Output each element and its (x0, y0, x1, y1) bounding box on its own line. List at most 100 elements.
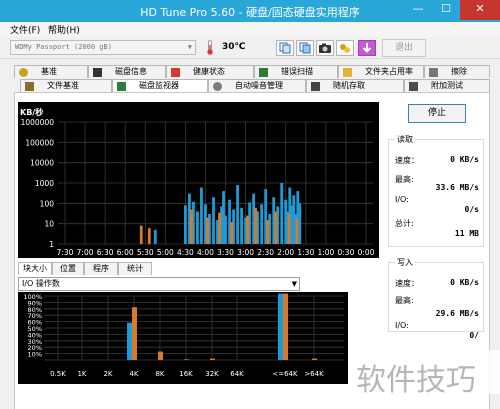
health-icon (171, 68, 180, 77)
write-stats-group: 写入 速度： 0 KB/s 最高: 29.6 MB/s I/O: 0/ (388, 257, 484, 340)
write-block-bar (283, 293, 288, 360)
subtab-program[interactable]: 程序 (84, 262, 118, 275)
write-rate-bar (266, 220, 270, 244)
tab-label: 磁盘信息 (115, 67, 147, 76)
screenshot-button[interactable] (316, 40, 334, 56)
tab-disk-info[interactable]: 磁盘信息 (88, 65, 166, 78)
disk-info-icon (93, 68, 102, 77)
x-tick-label: 5:00 (157, 248, 174, 257)
download-icon (362, 43, 372, 53)
tab-erase[interactable]: 擦除 (424, 65, 490, 78)
read-total-value: 11 MB (454, 229, 479, 238)
menu-help[interactable]: 帮助(H) (48, 23, 80, 36)
write-max-row: 最高: 29.6 MB/s (395, 295, 479, 318)
write-block-bar (132, 307, 137, 360)
drive-select[interactable]: WDMy Passport (2000 gB) ▼ (10, 40, 196, 55)
transfer-rate-chart: KB/秒 1000000 100000 10000 1000 100 10 1 7:30 7:00… (18, 102, 379, 258)
copy-screen-button[interactable] (296, 40, 314, 56)
x-tick-label: 16K (179, 370, 193, 378)
tab-error-scan[interactable]: 错误扫描 (254, 65, 338, 78)
disk-monitor-icon (117, 82, 126, 91)
read-rate-bar (240, 207, 243, 244)
read-rate-bar (260, 204, 264, 244)
x-tick-label: 6:00 (117, 248, 134, 257)
tab-label: 随机存取 (333, 81, 365, 90)
watermark-text: 软件技巧 (356, 363, 476, 398)
tab-noise-management[interactable]: 自动噪音管理 (208, 79, 306, 92)
write-rate-bar (139, 225, 143, 244)
x-tick-label: 32K (205, 370, 219, 378)
write-rate-bar (274, 211, 278, 244)
block-size-chart-svg: 100%90%80%70%60%50%40%30%20%10%0.5K 1K 2K 4… (23, 293, 344, 378)
tab-benchmark[interactable]: 基准 (14, 65, 88, 78)
y-tick-label: 1000 (35, 179, 54, 188)
tab-folder-usage[interactable]: 文件夹占用率 (338, 65, 424, 78)
x-tick-label: 4:30 (177, 248, 194, 257)
subtab-statistics[interactable]: 统计 (118, 262, 152, 275)
benchmark-icon (19, 68, 28, 77)
exit-button[interactable]: 退出 (382, 39, 426, 57)
tab-label: 基准 (41, 67, 57, 76)
write-max-label: 最高: (395, 296, 414, 305)
write-rate-bar (295, 218, 299, 244)
read-stats-group: 读取 速度： 0 KB/s 最高: 33.6 MB/s I/O: 0/s 总计:… (388, 134, 484, 247)
tab-health[interactable]: 健康状态 (166, 65, 254, 78)
read-rate-bar (298, 203, 302, 244)
x-tick-label: 4K (129, 370, 138, 378)
read-max-value: 33.6 MB/s (435, 183, 479, 192)
extra-test-icon (409, 82, 418, 91)
file-benchmark-icon (25, 82, 34, 91)
copy-icon (279, 42, 291, 54)
tab-random-access[interactable]: 随机存取 (306, 79, 404, 92)
write-io-row: I/O: 0/ (395, 321, 479, 340)
tab-label: 磁盘监视器 (139, 81, 179, 90)
tab-disk-monitor[interactable]: 磁盘监视器 (112, 79, 208, 92)
write-block-bar (210, 358, 215, 360)
write-rate-bar (287, 213, 291, 244)
transfer-rate-chart-svg: KB/秒1000000 100000 10000 1000 100 10 17:30 7:00… (20, 107, 375, 257)
y-tick-label: 10000 (30, 159, 54, 168)
tab-label: 错误扫描 (281, 67, 313, 76)
tab-extra-tests[interactable]: 附加测试 (404, 79, 490, 92)
y-tick-label: 10 (44, 220, 54, 229)
close-button[interactable]: ✕ (460, 0, 500, 20)
subtab-position[interactable]: 位置 (52, 262, 84, 275)
read-rate-bar (184, 205, 187, 244)
y-tick-label: 1 (49, 240, 54, 249)
subtab-block-size[interactable]: 块大小 (18, 262, 52, 275)
read-io-row: I/O: 0/s (395, 195, 479, 214)
io-metric-select[interactable]: I/O 操作数 ▼ (18, 277, 300, 291)
read-block-bar (278, 293, 283, 360)
stop-button[interactable]: 停止 (408, 104, 466, 123)
x-tick-label: 8K (155, 370, 164, 378)
read-rate-bar (236, 184, 239, 244)
options-button[interactable] (336, 40, 354, 56)
x-tick-label: 0.5K (50, 370, 66, 378)
io-metric-value: I/O 操作数 (22, 279, 60, 288)
maximize-button[interactable]: ☐ (432, 0, 460, 20)
write-io-label: I/O: (395, 321, 409, 330)
erase-icon (429, 68, 438, 77)
tab-file-benchmark[interactable]: 文件基准 (20, 79, 112, 92)
tab-label: 附加测试 (431, 81, 463, 90)
menu-file[interactable]: 文件(F) (10, 23, 40, 36)
menu-bar: 文件(F) 帮助(H) (0, 22, 500, 37)
write-rate-bar (218, 212, 221, 244)
read-rate-bar (153, 229, 157, 244)
read-rate-bar (280, 183, 284, 244)
copy-button[interactable] (276, 40, 294, 56)
x-tick-label: 6:30 (97, 248, 114, 257)
x-tick-label: 1:30 (297, 248, 314, 257)
x-tick-label: 3:00 (237, 248, 254, 257)
save-button[interactable] (358, 40, 376, 56)
minimize-button[interactable]: — (404, 0, 432, 20)
noise-icon (213, 82, 222, 91)
y-tick-label: 10% (28, 351, 42, 359)
write-rate-bar (190, 209, 193, 244)
write-rate-bar (254, 207, 258, 244)
thermometer-icon (207, 40, 213, 55)
y-tick-label: 100 (40, 199, 55, 208)
x-tick-label: 2:00 (277, 248, 294, 257)
write-rate-bar (246, 215, 250, 244)
tab-label: 自动噪音管理 (235, 81, 283, 90)
